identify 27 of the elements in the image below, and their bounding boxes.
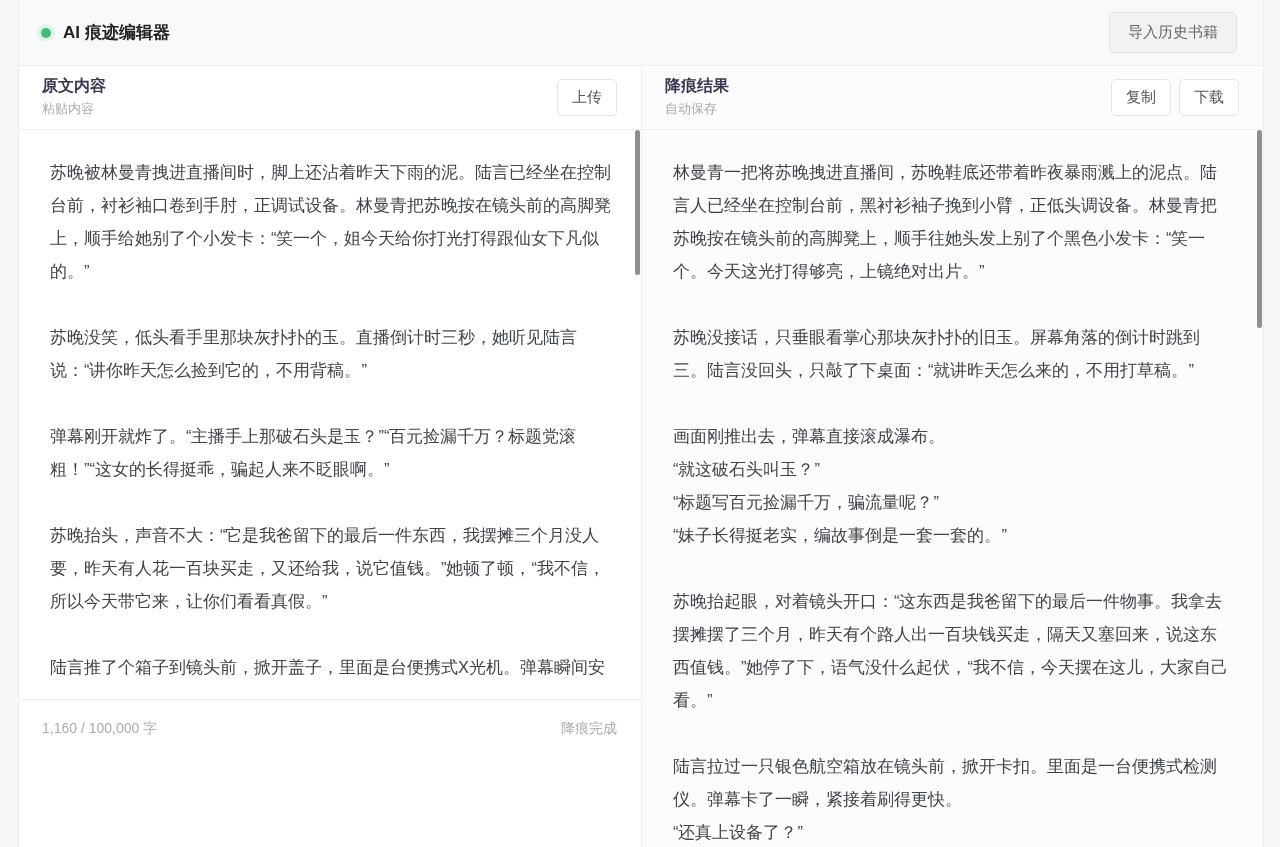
action-button[interactable]: 下载	[1179, 79, 1239, 116]
panel-title: 降痕结果	[665, 76, 729, 96]
paragraph: 苏晚没接话，只垂眼看掌心那块灰扑扑的旧玉。屏幕角落的倒计时跳到三。陆言没回头，只敲了下桌面：“就讲昨天怎么来的，不用打草稿。”	[673, 327, 1201, 381]
action-button[interactable]: 上传	[557, 79, 617, 116]
panel-subtitle: 粘贴内容	[42, 100, 95, 119]
paragraph: “妹子长得挺老实，编故事倒是一套一套的。”	[673, 525, 1008, 546]
paragraph: “就这破石头叫玉？”	[673, 459, 821, 480]
paragraph: 苏晚没笑，低头看手里那块灰扑扑的玉。直播倒计时三秒，她听见陆言说：“讲你昨天怎么捡到它的，不用背稿。”	[50, 327, 578, 381]
action-button[interactable]: 复制	[1111, 79, 1171, 116]
paragraph: 陆言拉过一只银色航空箱放在镜头前，掀开卡扣。里面是一台便携式检测仪。弹幕卡了一瞬，紧接着刷得更快。	[673, 756, 1218, 810]
paragraph: 陆言推了个箱子到镜头前，掀开盖子，里面是台便携式X光机。弹幕瞬间安	[50, 657, 606, 678]
paragraph: 弹幕刚开就炸了。“主播手上那破石头是玉？”“百元捡漏千万？标题党滚粗！”“这女的长得挺乖，骗起人来不眨眼啊。”	[50, 426, 578, 480]
word-count: 1,160 / 100,000 字	[42, 719, 158, 738]
paragraph: 苏晚被林曼青拽进直播间时，脚上还沾着昨天下雨的泥。陆言已经坐在控制台前，衬衫袖口卷到手肘，正调试设备。林曼青把苏晚按在镜头前的高脚凳上，顺手给她别了个小发卡：“笑一个，姐今天给你打光打得跟仙女下凡似的。”	[50, 162, 612, 282]
paragraph: 画面刚推出去，弹幕直接滚成瀑布。	[673, 426, 946, 447]
import-button[interactable]: 导入历史书籍	[1109, 12, 1237, 53]
paragraph: “标题写百元捡漏千万，骗流量呢？”	[673, 492, 940, 513]
paragraph: “还真上设备了？”	[673, 822, 804, 843]
paragraph: 林曼青一把将苏晚拽进直播间，苏晚鞋底还带着昨夜暴雨溅上的泥点。陆言人已经坐在控制台前，黑衬衫袖子挽到小臂，正低头调设备。林曼青把苏晚按在镜头前的高脚凳上，顺手往她头发上别了个黑色小发卡：“笑一个。今天这光打得够亮，上镜绝对出片。”	[673, 162, 1218, 282]
panel-title: 原文内容	[42, 76, 106, 96]
status-text: 降痕完成	[561, 719, 617, 738]
app-title: AI 痕迹编辑器	[63, 21, 170, 44]
paragraph: 苏晚抬起眼，对着镜头开口：“这东西是我爸留下的最后一件物事。我拿去摆摊摆了三个月，昨天有个路人出一百块钱买走，隔天又塞回来，说这东西值钱。”她停了下，语气没什么起伏，“我不信，今天摆在这儿，大家自己看。”	[673, 591, 1229, 711]
panel-subtitle: 自动保存	[665, 100, 718, 119]
paragraph: 苏晚抬头，声音不大：“它是我爸留下的最后一件东西，我摆摊三个月没人要，昨天有人花一百块买走，又还给我，说它值钱。”她顿了顿，“我不信，所以今天带它来，让你们看看真假。”	[50, 525, 606, 612]
scrollbar[interactable]	[1257, 130, 1262, 328]
scrollbar[interactable]	[635, 130, 640, 275]
